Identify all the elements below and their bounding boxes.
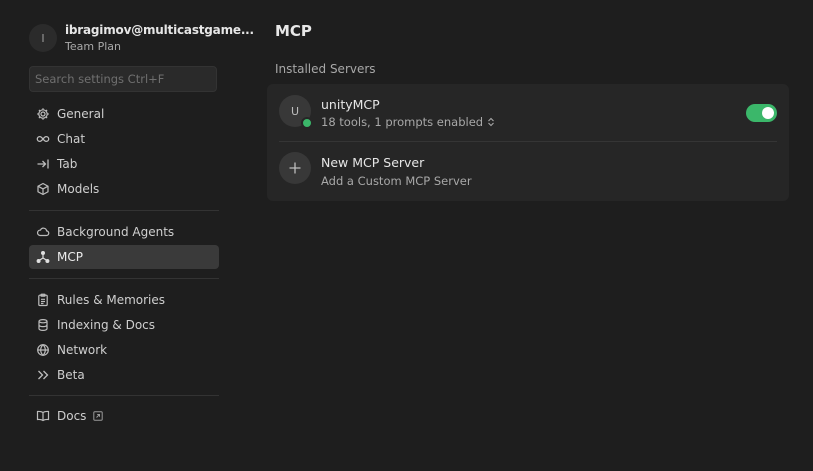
sidebar-item-label: Indexing & Docs bbox=[57, 318, 156, 332]
sidebar-item-label: Beta bbox=[57, 368, 85, 382]
sidebar-item-label: Rules & Memories bbox=[57, 293, 166, 307]
sidebar-divider bbox=[29, 278, 219, 279]
section-label-installed-servers: Installed Servers bbox=[275, 62, 376, 76]
status-connected-dot bbox=[301, 117, 313, 129]
sidebar-item-label: Models bbox=[57, 182, 100, 196]
double-chevron-right-icon bbox=[36, 368, 50, 382]
clipboard-icon bbox=[36, 293, 50, 307]
sidebar-item-background-agents[interactable]: Background Agents bbox=[29, 220, 219, 244]
sidebar-item-label: Docs bbox=[57, 409, 87, 423]
server-enable-toggle[interactable] bbox=[746, 104, 777, 122]
sidebar-item-label: Chat bbox=[57, 132, 86, 146]
sidebar-item-rules-memories[interactable]: Rules & Memories bbox=[29, 288, 219, 312]
search-settings-input[interactable] bbox=[29, 66, 217, 92]
new-mcp-server-subtitle: Add a Custom MCP Server bbox=[321, 174, 472, 188]
server-row-unitymcp: U unityMCP 18 tools, 1 prompts enabled bbox=[279, 95, 777, 131]
settings-sidebar: I ibragimov@multicastgame... Team Plan G… bbox=[0, 0, 254, 471]
cube-icon bbox=[36, 182, 50, 196]
sidebar-item-label: MCP bbox=[57, 250, 83, 264]
sidebar-item-label: General bbox=[57, 107, 105, 121]
infinity-icon bbox=[36, 132, 50, 146]
sidebar-item-general[interactable]: General bbox=[29, 102, 219, 126]
sidebar-item-mcp[interactable]: MCP bbox=[29, 245, 219, 269]
plus-icon bbox=[279, 152, 311, 184]
sidebar-divider bbox=[29, 395, 219, 396]
chevron-up-down-icon bbox=[488, 117, 494, 127]
account-email: ibragimov@multicastgame... bbox=[65, 23, 254, 37]
cloud-icon bbox=[36, 225, 50, 239]
globe-icon bbox=[36, 343, 50, 357]
book-icon bbox=[36, 409, 50, 423]
server-tools-summary[interactable]: 18 tools, 1 prompts enabled bbox=[321, 115, 495, 129]
server-summary-text: 18 tools, 1 prompts enabled bbox=[321, 115, 484, 129]
sidebar-item-label: Background Agents bbox=[57, 225, 175, 239]
server-name: unityMCP bbox=[321, 97, 380, 112]
panel-divider bbox=[279, 141, 777, 142]
sidebar-item-network[interactable]: Network bbox=[29, 338, 219, 362]
account-header: I ibragimov@multicastgame... Team Plan bbox=[29, 22, 254, 54]
arrow-right-bar-icon bbox=[36, 157, 50, 171]
sidebar-item-tab[interactable]: Tab bbox=[29, 152, 219, 176]
account-plan: Team Plan bbox=[65, 40, 121, 53]
new-mcp-server-title: New MCP Server bbox=[321, 155, 425, 170]
toggle-knob bbox=[762, 107, 774, 119]
sidebar-item-beta[interactable]: Beta bbox=[29, 363, 219, 387]
external-link-icon bbox=[93, 411, 104, 421]
gear-icon bbox=[36, 107, 50, 121]
database-icon bbox=[36, 318, 50, 332]
sidebar-item-chat[interactable]: Chat bbox=[29, 127, 219, 151]
sidebar-divider bbox=[29, 210, 219, 211]
mcp-servers-panel: U unityMCP 18 tools, 1 prompts enabled N… bbox=[267, 84, 789, 201]
sidebar-item-label: Network bbox=[57, 343, 108, 357]
avatar: I bbox=[29, 24, 57, 52]
sidebar-item-docs[interactable]: Docs bbox=[29, 404, 219, 428]
sidebar-item-label: Tab bbox=[57, 157, 78, 171]
new-mcp-server-button[interactable]: New MCP Server Add a Custom MCP Server bbox=[279, 152, 777, 188]
mcp-nodes-icon bbox=[36, 250, 50, 264]
sidebar-item-models[interactable]: Models bbox=[29, 177, 219, 201]
sidebar-item-indexing-docs[interactable]: Indexing & Docs bbox=[29, 313, 219, 337]
page-title: MCP bbox=[275, 22, 312, 40]
